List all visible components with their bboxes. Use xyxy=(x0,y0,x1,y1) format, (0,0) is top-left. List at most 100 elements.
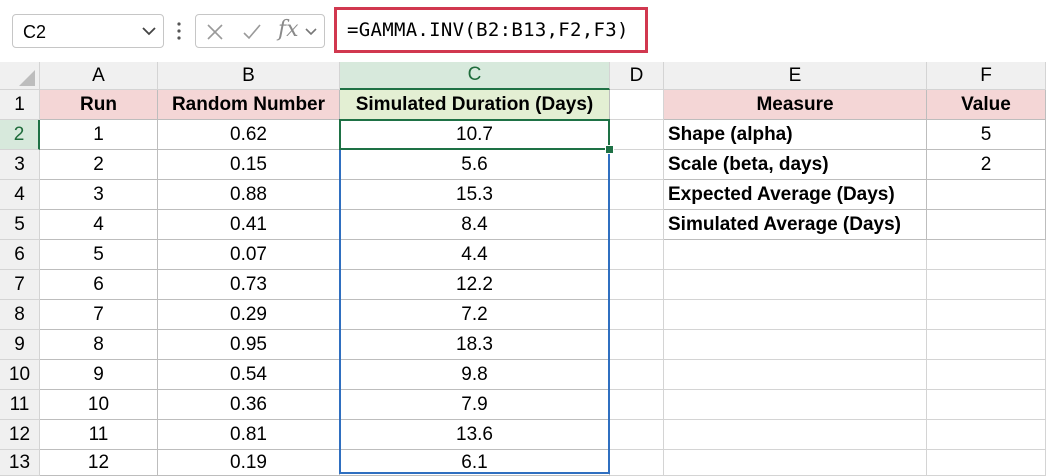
row-header-3[interactable]: 3 xyxy=(0,150,40,180)
row-header-5[interactable]: 5 xyxy=(0,210,40,240)
insert-function-icon[interactable]: fx xyxy=(278,17,299,42)
table-cell[interactable]: 4.4 xyxy=(340,240,610,270)
empty-cell[interactable] xyxy=(927,270,1046,300)
chevron-down-icon[interactable] xyxy=(304,26,318,38)
table-cell[interactable]: 0.36 xyxy=(158,390,340,420)
table-cell[interactable]: 10.7 xyxy=(340,120,610,150)
table-cell[interactable]: 0.81 xyxy=(158,420,340,450)
table-cell[interactable]: 15.3 xyxy=(340,180,610,210)
table-cell[interactable]: 0.07 xyxy=(158,240,340,270)
empty-cell[interactable] xyxy=(927,390,1046,420)
empty-cell[interactable] xyxy=(610,120,664,150)
column-header-b[interactable]: B xyxy=(158,62,340,90)
empty-cell[interactable] xyxy=(610,450,664,476)
row-header-6[interactable]: 6 xyxy=(0,240,40,270)
table-cell[interactable]: 9.8 xyxy=(340,360,610,390)
measure-value[interactable]: 5 xyxy=(927,120,1046,150)
table-cell[interactable]: 0.29 xyxy=(158,300,340,330)
table-cell[interactable]: 5.6 xyxy=(340,150,610,180)
row-header-1[interactable]: 1 xyxy=(0,90,40,120)
table-header-simulated-duration[interactable]: Simulated Duration (Days) xyxy=(340,90,610,120)
measure-value[interactable]: 2 xyxy=(927,150,1046,180)
table-cell[interactable]: 6.1 xyxy=(340,450,610,476)
table-cell[interactable]: 2 xyxy=(40,150,158,180)
column-header-a[interactable]: A xyxy=(40,62,158,90)
table-cell[interactable]: 18.3 xyxy=(340,330,610,360)
formula-input[interactable]: =GAMMA.INV(B2:B13,F2,F3) xyxy=(334,7,648,53)
table-cell[interactable]: 7.2 xyxy=(340,300,610,330)
empty-cell[interactable] xyxy=(927,360,1046,390)
check-icon[interactable] xyxy=(242,23,262,41)
empty-cell[interactable] xyxy=(664,330,927,360)
table-cell[interactable]: 0.41 xyxy=(158,210,340,240)
table-cell[interactable]: 12.2 xyxy=(340,270,610,300)
empty-cell[interactable] xyxy=(664,270,927,300)
table-cell[interactable]: 12 xyxy=(40,450,158,476)
table-cell[interactable]: 8.4 xyxy=(340,210,610,240)
table-cell[interactable]: 8 xyxy=(40,330,158,360)
row-header-8[interactable]: 8 xyxy=(0,300,40,330)
table-cell[interactable]: 7.9 xyxy=(340,390,610,420)
empty-cell[interactable] xyxy=(927,240,1046,270)
empty-cell[interactable] xyxy=(610,390,664,420)
table-cell[interactable]: 13.6 xyxy=(340,420,610,450)
table-cell[interactable]: 5 xyxy=(40,240,158,270)
empty-cell[interactable] xyxy=(610,90,664,120)
table-cell[interactable]: 3 xyxy=(40,180,158,210)
table-cell[interactable]: 0.88 xyxy=(158,180,340,210)
table-cell[interactable]: 0.19 xyxy=(158,450,340,476)
empty-cell[interactable] xyxy=(610,300,664,330)
empty-cell[interactable] xyxy=(610,270,664,300)
table-cell[interactable]: 0.54 xyxy=(158,360,340,390)
table-cell[interactable]: 0.73 xyxy=(158,270,340,300)
measure-value[interactable] xyxy=(927,180,1046,210)
table-cell[interactable]: 1 xyxy=(40,120,158,150)
table-cell[interactable]: 11 xyxy=(40,420,158,450)
empty-cell[interactable] xyxy=(664,300,927,330)
measure-value[interactable] xyxy=(927,210,1046,240)
empty-cell[interactable] xyxy=(927,330,1046,360)
measure-label[interactable]: Simulated Average (Days) xyxy=(664,210,927,240)
table-cell[interactable]: 0.15 xyxy=(158,150,340,180)
select-all-corner[interactable] xyxy=(0,62,40,90)
table-cell[interactable]: 4 xyxy=(40,210,158,240)
row-header-11[interactable]: 11 xyxy=(0,390,40,420)
measure-label[interactable]: Scale (beta, days) xyxy=(664,150,927,180)
empty-cell[interactable] xyxy=(664,390,927,420)
row-header-9[interactable]: 9 xyxy=(0,330,40,360)
empty-cell[interactable] xyxy=(610,330,664,360)
empty-cell[interactable] xyxy=(664,240,927,270)
measure-label[interactable]: Shape (alpha) xyxy=(664,120,927,150)
empty-cell[interactable] xyxy=(610,240,664,270)
empty-cell[interactable] xyxy=(610,210,664,240)
empty-cell[interactable] xyxy=(664,360,927,390)
table-cell[interactable]: 7 xyxy=(40,300,158,330)
empty-cell[interactable] xyxy=(610,150,664,180)
table-header-random-number[interactable]: Random Number xyxy=(158,90,340,120)
table-cell[interactable]: 0.95 xyxy=(158,330,340,360)
measure-table-header-measure[interactable]: Measure xyxy=(664,90,927,120)
chevron-down-icon[interactable] xyxy=(141,25,157,37)
row-header-10[interactable]: 10 xyxy=(0,360,40,390)
column-header-e[interactable]: E xyxy=(664,62,927,90)
empty-cell[interactable] xyxy=(610,360,664,390)
empty-cell[interactable] xyxy=(927,300,1046,330)
empty-cell[interactable] xyxy=(927,420,1046,450)
more-options-icon[interactable] xyxy=(176,20,182,42)
empty-cell[interactable] xyxy=(664,450,927,476)
table-cell[interactable]: 6 xyxy=(40,270,158,300)
empty-cell[interactable] xyxy=(610,180,664,210)
row-header-4[interactable]: 4 xyxy=(0,180,40,210)
column-header-c[interactable]: C xyxy=(340,62,610,90)
column-header-f[interactable]: F xyxy=(927,62,1046,90)
measure-table-header-value[interactable]: Value xyxy=(927,90,1046,120)
table-header-run[interactable]: Run xyxy=(40,90,158,120)
empty-cell[interactable] xyxy=(664,420,927,450)
empty-cell[interactable] xyxy=(610,420,664,450)
table-cell[interactable]: 10 xyxy=(40,390,158,420)
name-box[interactable]: C2 xyxy=(12,14,164,48)
table-cell[interactable]: 9 xyxy=(40,360,158,390)
row-header-13[interactable]: 13 xyxy=(0,450,40,476)
table-cell[interactable]: 0.62 xyxy=(158,120,340,150)
measure-label[interactable]: Expected Average (Days) xyxy=(664,180,927,210)
